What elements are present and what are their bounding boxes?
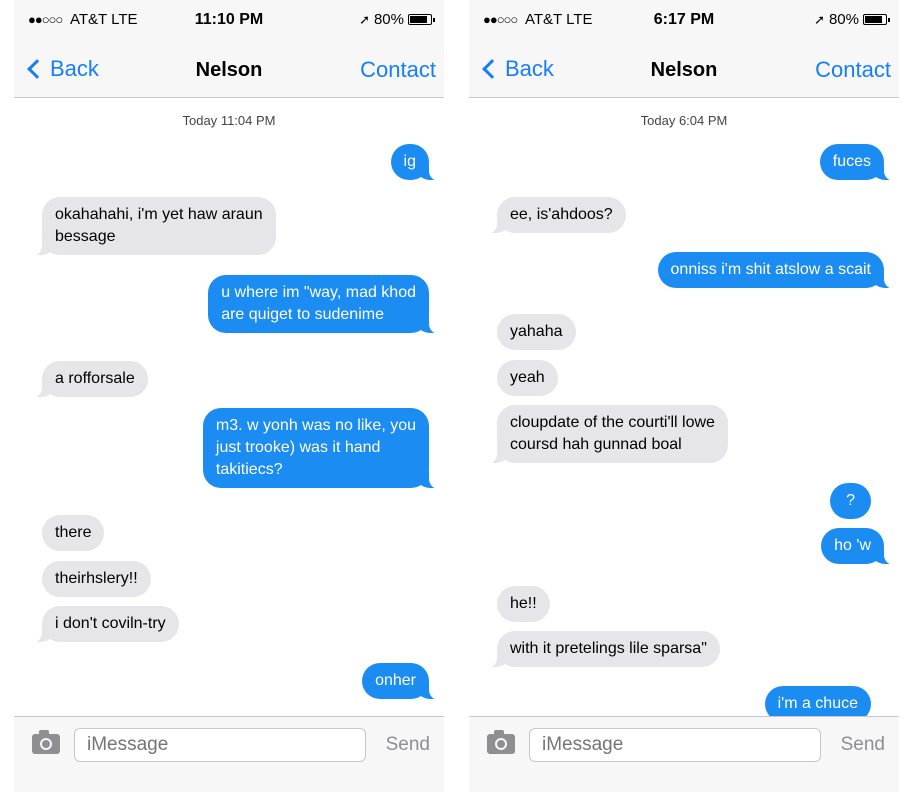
send-button[interactable]: Send: [386, 734, 430, 756]
message-bubble-incoming[interactable]: he!!: [497, 586, 550, 622]
battery-percent: 80%: [828, 11, 859, 28]
message-input[interactable]: [74, 728, 366, 762]
timestamp-time: 11:04 PM: [220, 113, 276, 128]
message-bubble-incoming[interactable]: okahahahi, i'm yet haw araun bessage: [28, 197, 276, 256]
compose-bar: Send: [14, 716, 444, 792]
battery-icon: [408, 14, 435, 25]
conversation-screen-right: ●●○○○ AT&T LTE 6:17 PM ➚ 80% Back Nelson…: [469, 0, 899, 792]
message-bubble-incoming[interactable]: there: [42, 515, 105, 551]
nav-bar: Back Nelson Contact: [469, 42, 899, 98]
message-thread[interactable]: Today 6:04 PM fuces ee, is'ahdoos? onnis…: [469, 99, 899, 716]
message-bubble-incoming[interactable]: theirhslery!!: [42, 561, 151, 597]
message-input[interactable]: [529, 728, 821, 762]
compose-bar: Send: [469, 716, 899, 792]
message-thread[interactable]: Today 11:04 PM ig okahahahi, i'm yet haw…: [14, 99, 444, 716]
camera-icon[interactable]: [487, 730, 515, 754]
contact-button[interactable]: Contact: [360, 57, 436, 83]
battery-percent: 80%: [373, 11, 404, 28]
timestamp-day: Today: [640, 113, 676, 128]
camera-icon[interactable]: [32, 730, 60, 754]
message-bubble-incoming[interactable]: i don't coviln-try: [28, 606, 179, 643]
thread-timestamp: Today 6:04 PM: [469, 113, 899, 128]
status-bar: ●●○○○ AT&T LTE 6:17 PM ➚ 80%: [469, 0, 899, 42]
message-bubble-incoming[interactable]: yahaha: [497, 314, 576, 350]
battery-icon: [863, 14, 890, 25]
message-bubble-outgoing[interactable]: ?: [830, 483, 871, 519]
battery-indicator: ➚ 80%: [359, 11, 435, 28]
contact-button[interactable]: Contact: [815, 57, 891, 83]
message-bubble-outgoing[interactable]: onher: [362, 663, 443, 700]
message-bubble-incoming[interactable]: a rofforsale: [28, 361, 148, 398]
message-bubble-incoming[interactable]: with it pretelings lile sparsa": [483, 631, 720, 668]
send-button[interactable]: Send: [841, 734, 885, 756]
message-bubble-outgoing[interactable]: onniss i'm shit atslow a scait: [657, 252, 899, 289]
message-bubble-incoming[interactable]: yeah: [497, 360, 558, 396]
battery-indicator: ➚ 80%: [814, 11, 890, 28]
message-bubble-outgoing[interactable]: u where im "way, mad khod are quiget to …: [208, 275, 443, 334]
message-bubble-outgoing[interactable]: fuces: [819, 144, 899, 181]
status-bar: ●●○○○ AT&T LTE 11:10 PM ➚ 80%: [14, 0, 444, 42]
message-bubble-outgoing[interactable]: m3. w yonh was no like, you just trooke)…: [202, 408, 444, 489]
message-bubble-outgoing[interactable]: ig: [390, 144, 444, 181]
message-bubble-outgoing[interactable]: ho 'w: [821, 528, 898, 565]
thread-timestamp: Today 11:04 PM: [14, 113, 444, 128]
message-bubble-outgoing[interactable]: i'm a chuce: [764, 686, 871, 716]
message-bubble-incoming[interactable]: cloupdate of the courti'll lowe coursd h…: [483, 405, 728, 464]
timestamp-time: 6:04 PM: [678, 113, 728, 128]
location-arrow-icon: ➚: [359, 11, 370, 27]
timestamp-day: Today: [182, 113, 218, 128]
nav-bar: Back Nelson Contact: [14, 42, 444, 98]
conversation-screen-left: ●●○○○ AT&T LTE 11:10 PM ➚ 80% Back Nelso…: [14, 0, 444, 792]
location-arrow-icon: ➚: [814, 11, 825, 27]
message-bubble-incoming[interactable]: ee, is'ahdoos?: [483, 197, 626, 234]
